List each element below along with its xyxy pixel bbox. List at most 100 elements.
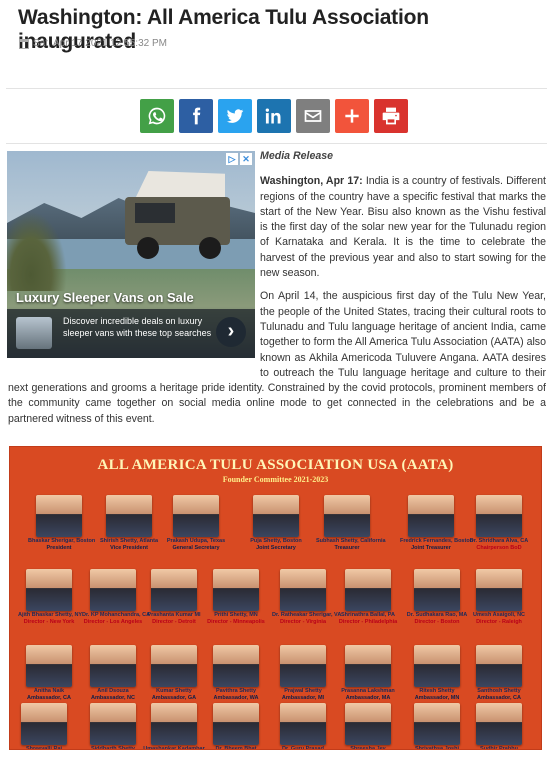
committee-member: Pavithra Shetty Ambassador, WA — [205, 645, 267, 701]
member-name: Prithi Shetty, MN — [214, 612, 258, 618]
member-photo — [408, 495, 454, 537]
member-name: Shrivathsa Joshi — [414, 746, 460, 750]
member-photo — [345, 569, 391, 611]
member-role: Ambassador, NC — [90, 694, 135, 701]
ad-title[interactable]: Luxury Sleeper Vans on Sale — [16, 290, 194, 305]
member-role: Joint Treasurer — [411, 544, 451, 551]
member-name: Shreevalli Rai — [25, 746, 63, 750]
member-photo — [476, 703, 522, 745]
committee-member: Dr. Sudhakara Rao, MA Director - Boston — [406, 569, 468, 625]
member-name: Shrinathra Ballal, PA — [341, 612, 395, 618]
whatsapp-share-button[interactable] — [140, 99, 174, 133]
member-name: Subhash Shetty, California — [316, 538, 386, 544]
article-date: Sat, Apr 17 2021 12:55:32 PM — [33, 38, 167, 49]
committee-member: Santhosh Shetty Ambassador, CA — [468, 645, 530, 701]
committee-member: Umesh Asaigoli, NC Director - Raleigh — [468, 569, 530, 625]
ad-close-icon[interactable]: ✕ — [240, 153, 252, 165]
member-name: Dr. Bheem Bhat — [215, 746, 257, 750]
member-photo — [414, 703, 460, 745]
member-role: Ambassador, WA — [213, 694, 259, 701]
member-role: Ambassador, MA — [345, 694, 391, 701]
ad-choices-badge[interactable]: ▷ ✕ — [226, 153, 252, 165]
member-role: Ambassador, CA — [26, 694, 71, 701]
plus-icon — [345, 109, 359, 123]
member-name: Prakash Udupa, Texas — [166, 538, 226, 544]
committee-member: Shirish Shetty, Atlanta Vice President — [98, 495, 160, 551]
advertisement[interactable]: ▷ ✕ Luxury Sleeper Vans on Sale Discover… — [7, 151, 255, 358]
ad-van-image — [115, 171, 235, 266]
member-name: Dr. Sudhakara Rao, MA — [406, 612, 468, 618]
member-name: Umashankar Kadambar — [143, 746, 205, 750]
committee-member: Ritesh Shetty Ambassador, MN — [406, 645, 468, 701]
committee-member: Dr. Bheem BhatAdvisor, PA — [205, 703, 267, 750]
committee-member: Sudhir PrabhuAdvisor, MA — [468, 703, 530, 750]
more-share-button[interactable] — [335, 99, 369, 133]
member-photo — [213, 703, 259, 745]
member-photo — [253, 495, 299, 537]
member-role: Joint Secretary — [256, 544, 296, 551]
committee-member: Siddharth ShettyAmbassador, TX — [82, 703, 144, 749]
poster-title: ALL AMERICA TULU ASSOCIATION USA (AATA) — [97, 457, 454, 473]
member-role: Director - Detroit — [152, 618, 196, 625]
member-name: Ajith Bhaskar Shetty, NY — [18, 612, 83, 618]
member-name: Prashanta Kumar MI — [147, 612, 201, 618]
member-role: Director - New York — [23, 618, 75, 625]
ad-thumbnail[interactable] — [16, 317, 52, 349]
print-button[interactable] — [374, 99, 408, 133]
member-name: Fredrick Fernandes, Boston — [400, 538, 474, 544]
member-photo — [414, 569, 460, 611]
committee-member: Anil Dsouza Ambassador, NC — [82, 645, 144, 701]
member-name: Umesh Asaigoli, NC — [472, 612, 526, 618]
divider — [6, 88, 547, 89]
chevron-right-icon[interactable]: › — [216, 317, 246, 347]
committee-member: Prasanna Lakshman Ambassador, MA — [337, 645, 399, 701]
committee-member: Shrinathra Ballal, PA Director - Philadel… — [337, 569, 399, 625]
committee-member: Shreevalli RaiAmbassador, FL — [13, 703, 75, 750]
email-share-button[interactable] — [296, 99, 330, 133]
facebook-share-button[interactable] — [179, 99, 213, 133]
member-photo — [280, 703, 326, 745]
member-role: Director - Minneapolis — [207, 618, 265, 625]
committee-member: Prashanta Kumar MI Director - Detroit — [143, 569, 205, 625]
member-name: Dr. Ratheakar Sherigar, VA — [272, 612, 342, 618]
printer-icon — [382, 107, 400, 125]
ad-footer[interactable]: Discover incredible deals on luxury slee… — [7, 309, 255, 358]
member-role: Ambassador, MI — [281, 694, 325, 701]
linkedin-share-button[interactable] — [257, 99, 291, 133]
member-role: Ambassador, GA — [151, 694, 197, 701]
committee-member: Prakash Udupa, Texas General Secretary — [165, 495, 227, 551]
committee-member: Dr. KP Mohanchandra, CA Director - Los An… — [82, 569, 150, 625]
member-role: Director - Boston — [414, 618, 460, 625]
member-name: Dr. Shridhara Alva, CA — [469, 538, 529, 544]
member-photo — [26, 569, 72, 611]
poster-subtitle: Founder Committee 2021-2023 — [222, 475, 329, 484]
ad-info-icon[interactable]: ▷ — [226, 153, 238, 165]
member-photo — [151, 569, 197, 611]
member-photo — [476, 569, 522, 611]
member-name: Sudhir Prabhu — [480, 746, 518, 750]
committee-member: Anitha Naik Ambassador, CA — [18, 645, 80, 701]
twitter-share-button[interactable] — [218, 99, 252, 133]
committee-member: Prajwal Shetty Ambassador, MI — [272, 645, 334, 701]
member-role: Treasurer — [334, 544, 360, 551]
member-role: Vice President — [110, 544, 148, 551]
member-role: Director - Los Angeles — [83, 618, 143, 625]
member-photo — [21, 703, 67, 745]
ad-grass — [7, 211, 67, 291]
committee-member: Ajith Bhaskar Shetty, NY Director - New Y… — [18, 569, 83, 625]
member-photo — [90, 645, 136, 687]
committee-member: Dr. Ratheakar Sherigar, VA Director - Vir… — [272, 569, 342, 625]
committee-member: Shreesha JeyAdvisor, IL — [337, 703, 399, 749]
article-dateline: Sat, Apr 17 2021 12:55:32 PM — [19, 38, 167, 49]
ad-description[interactable]: Discover incredible deals on luxury slee… — [63, 315, 213, 339]
paragraph-1: India is a country of festivals. Differe… — [260, 175, 547, 280]
member-role: President — [46, 544, 72, 551]
aata-poster: ALL AMERICA TULU ASSOCIATION USA (AATA) … — [9, 446, 542, 750]
twitter-icon — [226, 109, 244, 123]
divider — [6, 143, 547, 144]
member-photo — [345, 703, 391, 745]
member-name: Prasanna Lakshman — [341, 688, 395, 694]
calendar-icon — [19, 38, 29, 49]
member-photo — [414, 645, 460, 687]
member-photo — [90, 569, 136, 611]
